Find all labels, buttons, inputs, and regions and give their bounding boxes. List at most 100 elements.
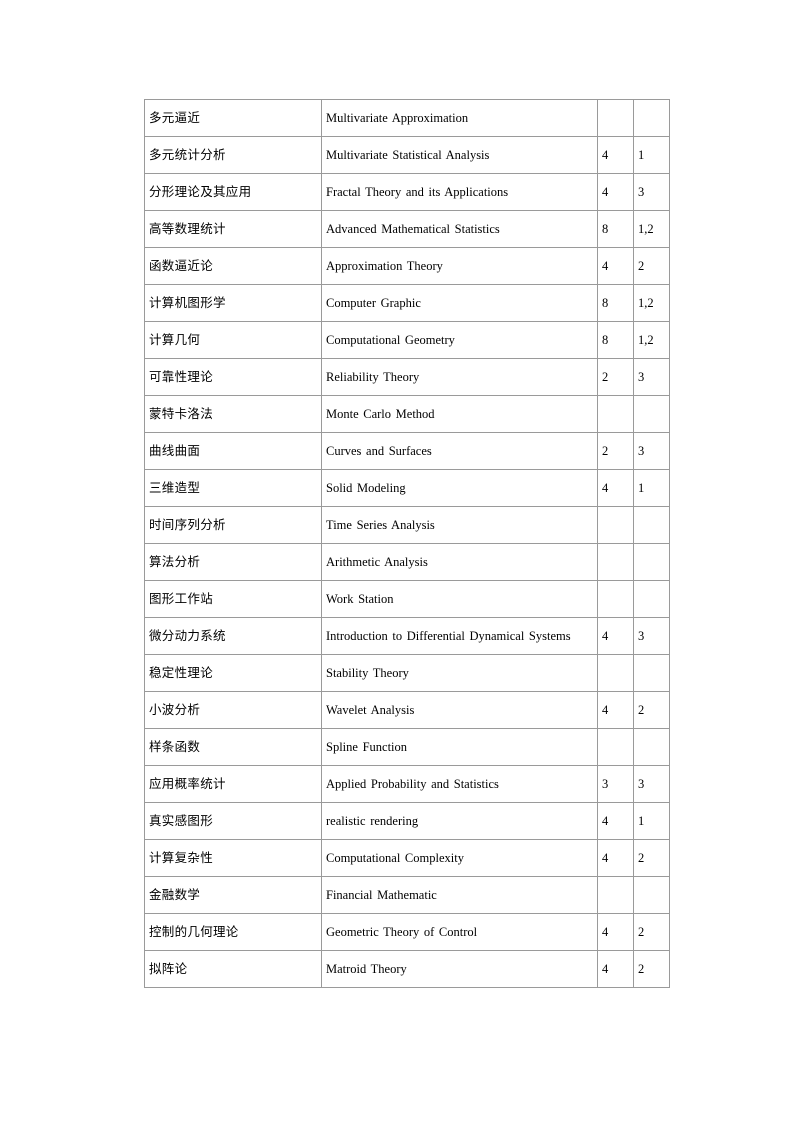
table-row: 计算复杂性 Computational Complexity 4 2 bbox=[144, 840, 670, 877]
course-semester: 2 bbox=[638, 258, 645, 273]
course-name-en: Geometric Theory of Control bbox=[326, 924, 478, 939]
course-credits-cell: 4 bbox=[598, 137, 634, 174]
course-name-en: Multivariate Statistical Analysis bbox=[326, 147, 490, 162]
course-credits-cell: 4 bbox=[598, 174, 634, 211]
course-semester: 3 bbox=[638, 369, 645, 384]
course-name-cn-cell: 小波分析 bbox=[144, 692, 322, 729]
course-name-cn: 计算复杂性 bbox=[149, 849, 214, 865]
course-name-en-cell: realistic rendering bbox=[322, 803, 598, 840]
course-name-en: Approximation Theory bbox=[326, 258, 443, 273]
course-name-cn-cell: 样条函数 bbox=[144, 729, 322, 766]
course-name-en: Stability Theory bbox=[326, 665, 409, 680]
table-row: 曲线曲面 Curves and Surfaces 2 3 bbox=[144, 433, 670, 470]
course-name-en: Work Station bbox=[326, 591, 394, 606]
course-semester-cell: 1 bbox=[634, 137, 670, 174]
course-semester-cell: 3 bbox=[634, 433, 670, 470]
course-name-en-cell: Matroid Theory bbox=[322, 951, 598, 988]
course-credits-cell: 3 bbox=[598, 766, 634, 803]
course-name-en-cell: Time Series Analysis bbox=[322, 507, 598, 544]
course-credits-cell bbox=[598, 655, 634, 692]
course-credits-cell: 8 bbox=[598, 285, 634, 322]
table-row: 样条函数 Spline Function bbox=[144, 729, 670, 766]
course-name-cn: 高等数理统计 bbox=[149, 220, 226, 236]
course-credits: 3 bbox=[602, 776, 609, 791]
course-semester: 3 bbox=[638, 776, 645, 791]
course-name-cn-cell: 三维造型 bbox=[144, 470, 322, 507]
course-credits: 2 bbox=[602, 369, 609, 384]
course-name-en: Time Series Analysis bbox=[326, 517, 435, 532]
course-name-en-cell: Spline Function bbox=[322, 729, 598, 766]
course-name-en: Reliability Theory bbox=[326, 369, 420, 384]
course-name-cn: 函数逼近论 bbox=[149, 257, 214, 273]
course-name-en: Curves and Surfaces bbox=[326, 443, 432, 458]
course-name-cn: 多元统计分析 bbox=[149, 146, 226, 162]
course-name-en-cell: Multivariate Statistical Analysis bbox=[322, 137, 598, 174]
course-name-cn: 金融数学 bbox=[149, 886, 201, 902]
course-name-en-cell: Computational Complexity bbox=[322, 840, 598, 877]
course-name-en-cell: Computational Geometry bbox=[322, 322, 598, 359]
table-row: 稳定性理论 Stability Theory bbox=[144, 655, 670, 692]
table-row: 函数逼近论 Approximation Theory 4 2 bbox=[144, 248, 670, 285]
table-row: 三维造型 Solid Modeling 4 1 bbox=[144, 470, 670, 507]
course-name-en: Multivariate Approximation bbox=[326, 110, 469, 125]
course-semester-cell bbox=[634, 729, 670, 766]
course-semester-cell bbox=[634, 507, 670, 544]
course-name-cn-cell: 拟阵论 bbox=[144, 951, 322, 988]
course-credits-cell: 4 bbox=[598, 618, 634, 655]
table-row: 时间序列分析 Time Series Analysis bbox=[144, 507, 670, 544]
course-credits: 4 bbox=[602, 258, 609, 273]
course-name-en: Fractal Theory and its Applications bbox=[326, 184, 509, 199]
course-semester: 2 bbox=[638, 702, 645, 717]
course-name-cn: 微分动力系统 bbox=[149, 627, 226, 643]
course-name-cn: 时间序列分析 bbox=[149, 516, 226, 532]
course-name-cn: 应用概率统计 bbox=[149, 775, 226, 791]
course-credits: 8 bbox=[602, 295, 609, 310]
table-row: 控制的几何理论 Geometric Theory of Control 4 2 bbox=[144, 914, 670, 951]
course-name-en: Monte Carlo Method bbox=[326, 406, 435, 421]
course-name-cn: 多元逼近 bbox=[149, 109, 201, 125]
table-row: 蒙特卡洛法 Monte Carlo Method bbox=[144, 396, 670, 433]
course-name-en-cell: Fractal Theory and its Applications bbox=[322, 174, 598, 211]
course-semester-cell: 2 bbox=[634, 951, 670, 988]
table-row: 多元统计分析 Multivariate Statistical Analysis 4… bbox=[144, 137, 670, 174]
course-credits-cell: 4 bbox=[598, 840, 634, 877]
course-credits-cell: 4 bbox=[598, 470, 634, 507]
course-name-cn-cell: 分形理论及其应用 bbox=[144, 174, 322, 211]
course-semester-cell bbox=[634, 396, 670, 433]
course-name-cn: 真实感图形 bbox=[149, 812, 214, 828]
table-row: 应用概率统计 Applied Probability and Statistics… bbox=[144, 766, 670, 803]
course-semester-cell: 1 bbox=[634, 470, 670, 507]
course-semester-cell: 3 bbox=[634, 174, 670, 211]
course-credits: 8 bbox=[602, 221, 609, 236]
document-page: 多元逼近 Multivariate Approximation 多元统计分析 Mult… bbox=[0, 0, 794, 1123]
course-name-cn-cell: 可靠性理论 bbox=[144, 359, 322, 396]
course-semester-cell: 3 bbox=[634, 618, 670, 655]
course-name-cn-cell: 时间序列分析 bbox=[144, 507, 322, 544]
table-row: 可靠性理论 Reliability Theory 2 3 bbox=[144, 359, 670, 396]
course-name-cn: 图形工作站 bbox=[149, 590, 214, 606]
course-name-cn-cell: 曲线曲面 bbox=[144, 433, 322, 470]
course-name-en: Computer Graphic bbox=[326, 295, 421, 310]
course-name-cn-cell: 函数逼近论 bbox=[144, 248, 322, 285]
table-row: 小波分析 Wavelet Analysis 4 2 bbox=[144, 692, 670, 729]
table-row: 高等数理统计 Advanced Mathematical Statistics 8 1… bbox=[144, 211, 670, 248]
course-semester: 3 bbox=[638, 443, 645, 458]
course-semester: 1,2 bbox=[638, 221, 654, 236]
course-name-cn: 稳定性理论 bbox=[149, 664, 214, 680]
course-name-en-cell: Curves and Surfaces bbox=[322, 433, 598, 470]
course-semester-cell: 3 bbox=[634, 359, 670, 396]
course-name-cn: 控制的几何理论 bbox=[149, 923, 239, 939]
course-credits-cell bbox=[598, 544, 634, 581]
course-name-en: Spline Function bbox=[326, 739, 408, 754]
course-name-en: Matroid Theory bbox=[326, 961, 407, 976]
table-row: 算法分析 Arithmetic Analysis bbox=[144, 544, 670, 581]
course-semester: 2 bbox=[638, 850, 645, 865]
course-credits-cell: 4 bbox=[598, 803, 634, 840]
course-semester: 1 bbox=[638, 813, 645, 828]
course-name-cn: 可靠性理论 bbox=[149, 368, 214, 384]
course-name-cn-cell: 算法分析 bbox=[144, 544, 322, 581]
course-name-cn-cell: 稳定性理论 bbox=[144, 655, 322, 692]
course-credits-cell: 4 bbox=[598, 248, 634, 285]
course-credits-cell: 8 bbox=[598, 211, 634, 248]
course-credits: 4 bbox=[602, 924, 609, 939]
